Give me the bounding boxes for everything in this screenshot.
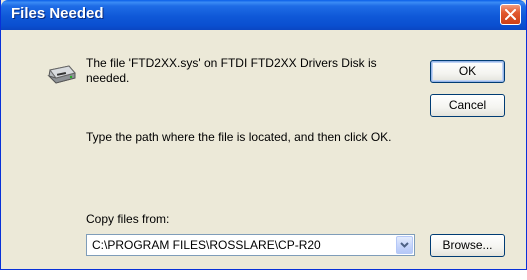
browse-button[interactable]: Browse... xyxy=(430,234,505,257)
chevron-down-icon xyxy=(400,242,409,248)
floppy-drive-icon xyxy=(47,65,76,84)
dialog-title: Files Needed xyxy=(11,5,104,22)
copy-files-from-label: Copy files from: xyxy=(86,212,170,226)
close-icon xyxy=(505,9,516,20)
dropdown-button[interactable] xyxy=(396,236,413,254)
close-button[interactable] xyxy=(500,4,521,25)
copy-files-from-combobox[interactable]: C:\PROGRAM FILES\ROSSLARE\CP-R20 xyxy=(86,234,415,256)
copy-files-from-input[interactable]: C:\PROGRAM FILES\ROSSLARE\CP-R20 xyxy=(92,238,321,252)
ok-button[interactable]: OK xyxy=(430,60,505,83)
file-needed-message: The file 'FTD2XX.sys' on FTDI FTD2XX Dri… xyxy=(86,56,377,85)
cancel-button[interactable]: Cancel xyxy=(430,94,505,117)
path-instruction-message: Type the path where the file is located,… xyxy=(86,130,392,144)
title-bar[interactable]: Files Needed xyxy=(1,0,526,30)
files-needed-dialog: Files Needed The file 'FTD2XX.sys' on FT… xyxy=(0,0,527,270)
